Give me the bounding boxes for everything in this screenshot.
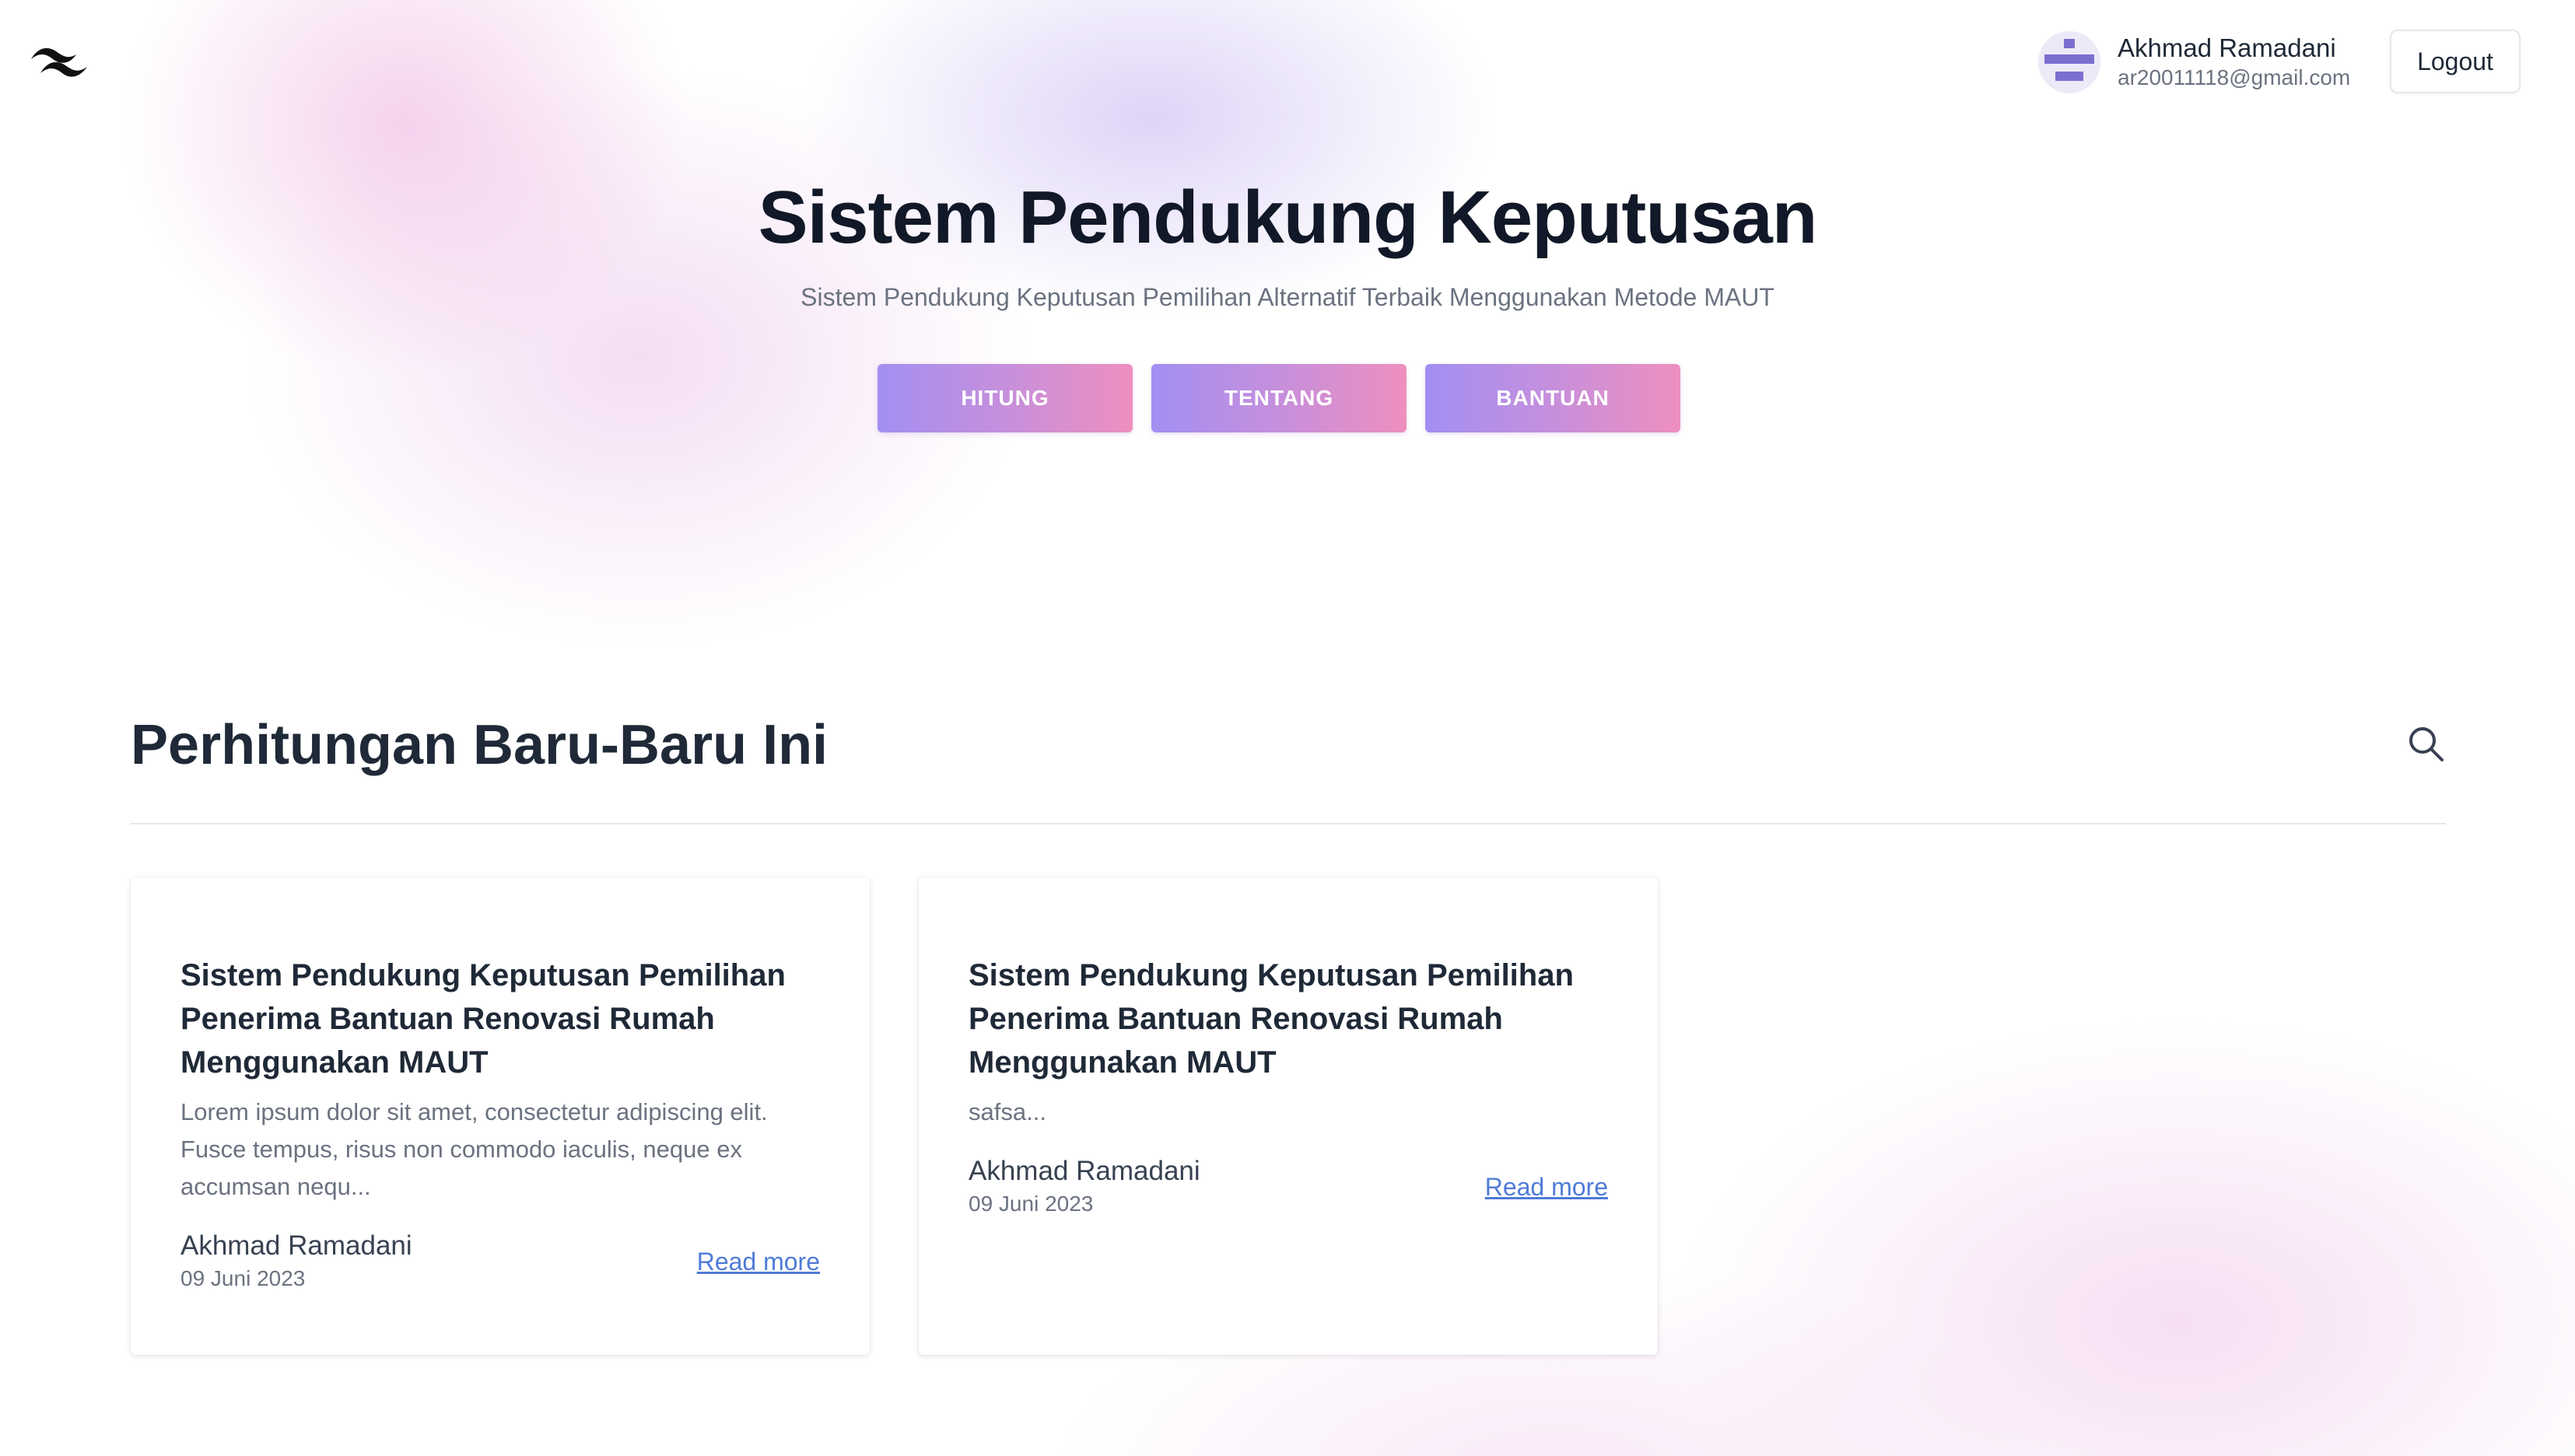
card-excerpt: safsa... bbox=[969, 1098, 1046, 1125]
read-more-link[interactable]: Read more bbox=[697, 1248, 820, 1276]
user-name: Akhmad Ramadani bbox=[2118, 33, 2336, 62]
section-title: Perhitungan Baru-Baru Ini bbox=[131, 714, 829, 776]
hero-button-group: HITUNG TENTANG BANTUAN bbox=[878, 364, 1680, 432]
search-icon bbox=[2409, 727, 2444, 761]
card-author: Akhmad Ramadani bbox=[180, 1230, 412, 1261]
card-title: Sistem Pendukung Keputusan Pemilihan Pen… bbox=[969, 958, 1574, 1080]
page: Akhmad Ramadani ar20011118@gmail.com Log… bbox=[0, 0, 2575, 1456]
page-subtitle: Sistem Pendukung Keputusan Pemilihan Alt… bbox=[801, 283, 1774, 311]
card-author: Akhmad Ramadani bbox=[969, 1156, 1200, 1186]
user-profile: Akhmad Ramadani ar20011118@gmail.com bbox=[2038, 31, 2350, 93]
page-title: Sistem Pendukung Keputusan bbox=[758, 176, 1818, 259]
bantuan-button[interactable]: BANTUAN bbox=[1425, 364, 1680, 432]
calculation-card: Sistem Pendukung Keputusan Pemilihan Pen… bbox=[131, 877, 870, 1355]
card-meta: Akhmad Ramadani 09 Juni 2023 bbox=[180, 1229, 412, 1294]
logout-button[interactable]: Logout bbox=[2390, 30, 2521, 93]
user-email: ar20011118@gmail.com bbox=[2118, 65, 2351, 89]
hitung-button[interactable]: HITUNG bbox=[878, 364, 1133, 432]
section-divider bbox=[131, 823, 2446, 824]
card-excerpt: Lorem ipsum dolor sit amet, consectetur … bbox=[180, 1098, 768, 1200]
search-button[interactable] bbox=[2405, 723, 2449, 767]
avatar[interactable] bbox=[2038, 31, 2100, 93]
tentang-button[interactable]: TENTANG bbox=[1151, 364, 1407, 432]
card-date: 09 Juni 2023 bbox=[969, 1192, 1094, 1216]
user-text: Akhmad Ramadani ar20011118@gmail.com bbox=[2118, 33, 2350, 92]
card-title: Sistem Pendukung Keputusan Pemilihan Pen… bbox=[180, 958, 786, 1080]
card-footer: Akhmad Ramadani 09 Juni 2023 Read more bbox=[969, 1154, 1608, 1220]
card-meta: Akhmad Ramadani 09 Juni 2023 bbox=[969, 1154, 1200, 1220]
read-more-link[interactable]: Read more bbox=[1485, 1173, 1608, 1202]
card-footer: Akhmad Ramadani 09 Juni 2023 Read more bbox=[180, 1229, 820, 1294]
calculation-card: Sistem Pendukung Keputusan Pemilihan Pen… bbox=[919, 877, 1658, 1355]
logo-icon[interactable] bbox=[30, 44, 89, 79]
identicon-avatar-icon bbox=[2044, 39, 2094, 81]
tailwind-wave-icon bbox=[31, 47, 87, 77]
card-date: 09 Juni 2023 bbox=[180, 1266, 306, 1290]
